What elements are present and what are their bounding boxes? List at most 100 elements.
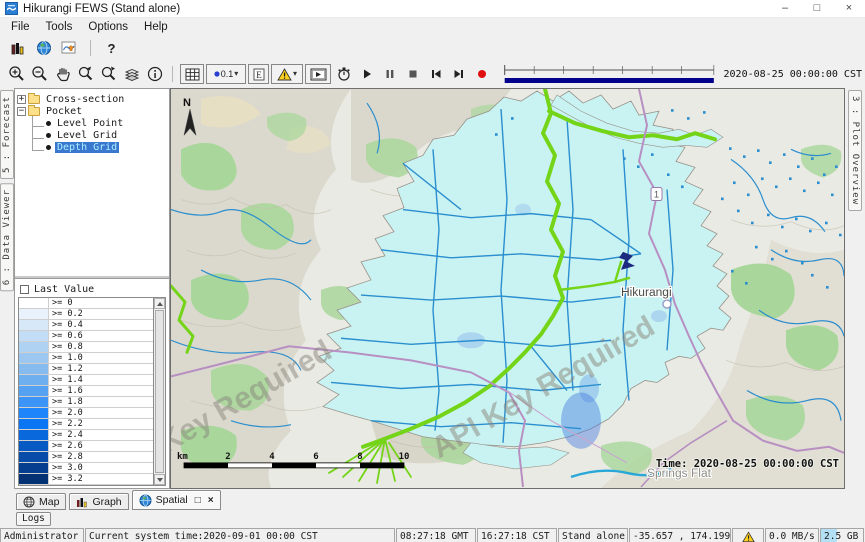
map-canvas[interactable]: 1 [171,89,844,488]
status-download-rate: 0.0 MB/s [765,528,819,542]
legend-row[interactable]: >= 2.4 [19,430,153,441]
tab-map[interactable]: Map [16,493,66,510]
deep-water-patch [561,393,601,449]
legend-row[interactable]: >= 0 [19,298,153,309]
legend-value: >= 3.2 [49,474,153,484]
collapse-icon[interactable]: − [17,107,26,116]
scroll-down-icon[interactable] [154,474,165,485]
tree-node-cross-section[interactable]: + Cross-section [17,93,167,105]
legend-row[interactable]: >= 2.0 [19,408,153,419]
record-button[interactable] [471,64,492,84]
tab-spatial[interactable]: Spatial □ × [132,490,221,510]
play-button[interactable] [356,64,377,84]
zoom-previous-icon[interactable] [75,64,96,84]
legend-row[interactable]: >= 3.0 [19,463,153,474]
menu-tools[interactable]: Tools [38,20,81,34]
legend-row[interactable]: >= 0.6 [19,331,153,342]
legend-row[interactable]: >= 0.8 [19,342,153,353]
legend-swatch [19,309,49,319]
zoom-in-icon[interactable] [6,64,27,84]
legend-row[interactable]: >= 2.8 [19,452,153,463]
panel-close-icon[interactable]: × [208,495,214,506]
legend-swatch [19,474,49,484]
legend-swatch [19,364,49,374]
logs-button[interactable]: Logs [16,512,51,526]
tab-graph-label: Graph [92,496,121,508]
zoom-out-icon[interactable] [29,64,50,84]
road-shield: 1 [651,187,662,200]
legend-row[interactable]: >= 1.2 [19,364,153,375]
legend-row[interactable]: >= 1.4 [19,375,153,386]
status-warning[interactable] [732,528,764,542]
layer-bullet-icon [46,133,51,138]
expand-icon[interactable]: + [17,95,26,104]
warning-threshold-dropdown[interactable]: ▾ [271,64,303,84]
layer-tree: + Cross-section − Pocket Level Point [15,89,169,278]
tree-node-depth-grid[interactable]: Depth Grid [17,141,167,153]
last-value-checkbox[interactable] [20,285,29,294]
close-button[interactable]: × [833,0,865,17]
warning-icon [742,531,755,542]
legend-panel: Last Value >= 0 >= 0.2 >= 0.4 >= 0.6 >= … [15,278,169,488]
animation-button[interactable] [305,64,331,84]
folder-icon [28,107,40,116]
tab-graph[interactable]: Graph [69,493,128,510]
timeseries-dialog-icon[interactable] [59,38,80,58]
legend-value: >= 0 [49,298,153,308]
status-time-local: 16:27:18 CST [477,528,557,542]
pause-button[interactable] [379,64,400,84]
step-back-button[interactable] [425,64,446,84]
menu-file[interactable]: File [3,20,38,34]
info-icon[interactable] [144,64,165,84]
legend-row[interactable]: >= 1.6 [19,386,153,397]
panel-restore-icon[interactable]: □ [195,495,201,506]
tab-plot-overview[interactable]: 3 : Plot Overview [848,90,862,211]
legend-row[interactable]: >= 1.8 [19,397,153,408]
tree-node-label[interactable]: Level Point [55,118,125,129]
grid-display-button[interactable] [180,64,204,84]
stop-button[interactable] [402,64,423,84]
maximize-button[interactable]: □ [801,0,833,17]
title-bar: Hikurangi FEWS (Stand alone) – □ × [0,0,865,18]
globe-map-icon[interactable] [33,38,54,58]
status-mode: Stand alone [558,528,628,542]
time-slider[interactable] [502,62,717,86]
explorer-bars-icon[interactable] [7,38,28,58]
help-button[interactable]: ? [101,38,122,58]
legend-swatch [19,397,49,407]
tree-node-label-selected[interactable]: Depth Grid [55,142,119,153]
legend-row[interactable]: >= 0.2 [19,309,153,320]
legend-row[interactable]: >= 2.6 [19,441,153,452]
legend-swatch [19,463,49,473]
scroll-up-icon[interactable] [154,298,165,309]
label-toggle-button[interactable]: E [248,64,269,84]
minimize-button[interactable]: – [769,0,801,17]
tree-node-label[interactable]: Level Grid [55,130,119,141]
menu-options[interactable]: Options [80,20,136,34]
replay-gauge-icon[interactable] [333,64,354,84]
legend-row[interactable]: >= 2.2 [19,419,153,430]
layers-icon[interactable] [121,64,142,84]
status-memory[interactable]: 2.5 GB [820,528,864,542]
chevron-down-icon: ▾ [293,70,297,78]
tree-node-label[interactable]: Cross-section [44,94,126,105]
pan-hand-icon[interactable] [52,64,73,84]
legend-row[interactable]: >= 1.0 [19,353,153,364]
tree-node-pocket[interactable]: − Pocket [17,105,167,117]
legend-scrollbar[interactable] [153,298,165,485]
class-break-dropdown[interactable]: 0.1 ▾ [206,64,246,84]
legend-row[interactable]: >= 3.2 [19,474,153,485]
legend-row[interactable]: >= 0.4 [19,320,153,331]
legend-list: >= 0 >= 0.2 >= 0.4 >= 0.6 >= 0.8 >= 1.0 … [18,297,166,486]
tab-data-viewer[interactable]: 6 : Data Viewer [0,183,14,291]
zoom-next-icon[interactable] [98,64,119,84]
scrollbar-thumb[interactable] [155,310,164,473]
menu-bar: File Tools Options Help [0,18,865,36]
step-forward-button[interactable] [448,64,469,84]
tab-forecast[interactable]: 5 : Forecast [0,90,14,179]
map-viewport[interactable]: 1 [170,88,845,489]
tree-node-label[interactable]: Pocket [44,106,84,117]
menu-help[interactable]: Help [136,20,176,34]
town-symbol [663,300,671,308]
legend-value: >= 0.2 [49,309,153,319]
